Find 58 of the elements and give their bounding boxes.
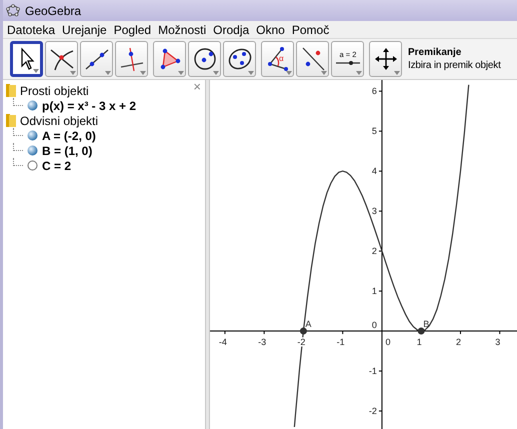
tick-label: -1 [336, 337, 345, 348]
tick-label: 4 [372, 166, 377, 176]
tick-label: 2 [456, 337, 461, 348]
menu-item[interactable]: Datoteka [7, 20, 56, 38]
tool-button[interactable] [369, 41, 402, 77]
object-definition[interactable]: B = (1, 0) [42, 142, 92, 160]
tool-button[interactable] [296, 41, 329, 77]
tick-label: 3 [372, 206, 377, 216]
tool-button[interactable] [223, 41, 256, 77]
menu-item[interactable]: Orodja [213, 20, 250, 38]
menu-item[interactable]: Okno [256, 20, 285, 38]
tick-label: 3 [495, 337, 500, 348]
tick-label: 2 [372, 246, 377, 256]
function-curve[interactable] [294, 84, 470, 428]
point-label: A [305, 319, 312, 330]
tool-button[interactable]: α [261, 41, 294, 77]
menu-item[interactable]: Urejanje [62, 20, 107, 38]
app-logo-icon [6, 4, 20, 17]
origin-label: 0 [372, 320, 377, 330]
tick-label: -1 [368, 366, 377, 376]
tool-help-text: Izbira in premik objekt [408, 59, 501, 72]
tick-label: 5 [372, 126, 377, 136]
tool-button[interactable] [45, 41, 78, 77]
object-definition[interactable]: p(x) = x³ - 3 x + 2 [42, 96, 136, 114]
point-marker[interactable] [300, 328, 307, 335]
tool-button[interactable] [153, 41, 186, 77]
menu-item[interactable]: Pomoč [292, 20, 330, 38]
point-label: B [423, 319, 430, 330]
filled-sphere-icon[interactable] [27, 145, 38, 156]
menu-item[interactable]: Pogled [114, 20, 152, 38]
tool-button[interactable] [80, 41, 113, 77]
tick-label: 1 [372, 286, 377, 296]
filled-sphere-icon[interactable] [27, 100, 38, 111]
tool-name: Premikanje [408, 46, 462, 59]
tick-label: 1 [416, 337, 422, 348]
line-and-points-icon [300, 46, 326, 72]
origin-label: 0 [385, 337, 390, 348]
window-title: GeoGebra [25, 2, 82, 20]
tick-label: -4 [218, 337, 227, 348]
tool-button[interactable] [10, 41, 43, 77]
tick-label: -2 [368, 406, 377, 416]
four-way-arrow-icon [372, 46, 398, 72]
object-definition[interactable]: A = (-2, 0) [42, 126, 96, 144]
ellipse-points-icon [226, 46, 252, 72]
close-icon[interactable]: × [193, 80, 201, 94]
folder-label[interactable]: Odvisni objekti [20, 112, 98, 130]
circle-with-center-icon [192, 46, 218, 72]
object-definition[interactable]: C = 2 [42, 156, 72, 174]
menu-item[interactable]: Možnosti [158, 20, 206, 38]
point-marker[interactable] [418, 328, 425, 335]
filled-sphere-icon[interactable] [27, 130, 38, 141]
perpendicular-line-icon [118, 46, 144, 72]
empty-circle-icon[interactable] [27, 160, 38, 171]
tick-label: 6 [372, 86, 377, 96]
folder-label[interactable]: Prosti objekti [20, 82, 89, 100]
tool-button[interactable] [188, 41, 221, 77]
tool-button[interactable] [115, 41, 148, 77]
tick-label: -3 [258, 337, 266, 348]
